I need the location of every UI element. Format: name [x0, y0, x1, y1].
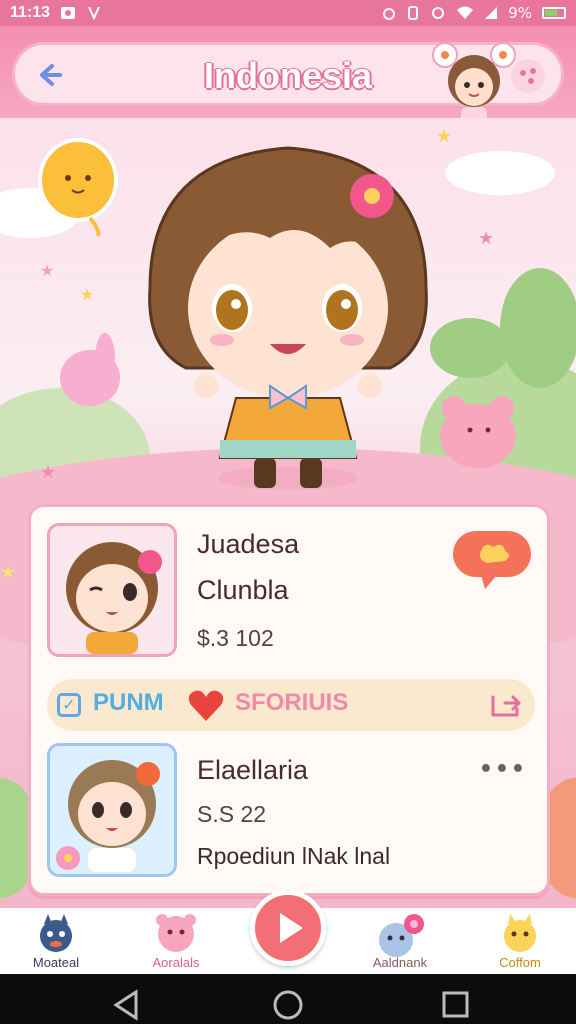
status-bar: 11:13 9% [0, 0, 576, 26]
chat-button[interactable] [451, 529, 533, 591]
item-card: Juadesa Clunbla $.3 102 ✓ PUNM SFORIUIS [28, 504, 550, 896]
battery-percent: 9% [508, 4, 532, 22]
share-icon[interactable] [489, 691, 523, 719]
sync-icon [432, 7, 445, 19]
action-bar: ✓ PUNM SFORIUIS [47, 679, 535, 731]
menu-button[interactable] [511, 59, 545, 93]
item2-subtitle: Rpoediun lNak lnal [197, 843, 391, 869]
play-button[interactable] [250, 890, 326, 966]
header: Indonesia [0, 26, 576, 123]
nav-item-coffom[interactable]: Coffom [470, 908, 570, 974]
alarm-icon [383, 8, 396, 20]
monster-icon [40, 914, 72, 952]
nav-label-aoralals: Aoralals [152, 955, 200, 970]
nav-label-moateal: Moateal [32, 955, 80, 970]
signal-icon [485, 7, 498, 19]
svg-text:★: ★ [40, 462, 56, 483]
vibrate-icon [408, 6, 419, 20]
dots-menu-icon [520, 68, 536, 84]
item2-avatar-image [56, 760, 160, 872]
title-bar: Indonesia [12, 42, 564, 123]
heart-icon[interactable] [187, 687, 225, 723]
item1-thumbnail[interactable] [47, 523, 177, 657]
svg-text:★: ★ [0, 562, 16, 583]
back-triangle-icon[interactable] [113, 989, 138, 1021]
action-label-right[interactable]: SFORIUIS [235, 689, 348, 717]
item2-price: S.S 22 [197, 801, 267, 827]
pink-creature-icon [156, 914, 196, 952]
notification-icon [61, 7, 76, 19]
home-circle-icon[interactable] [273, 990, 303, 1020]
recents-square-icon[interactable] [442, 991, 469, 1018]
status-time: 11:13 [10, 4, 51, 21]
yellow-creature-icon [504, 914, 536, 952]
checkbox[interactable]: ✓ [57, 693, 81, 717]
profile-avatar-icon[interactable] [429, 39, 519, 129]
nav-item-aoralals[interactable]: Aoralals [126, 908, 226, 974]
svg-text:★: ★ [436, 126, 452, 147]
item1-price: $.3 102 [197, 625, 274, 651]
app-notification-icon [88, 6, 100, 20]
item1-name: Juadesa [197, 529, 300, 559]
system-nav-bar [0, 974, 576, 1024]
item2-thumbnail[interactable] [47, 743, 177, 877]
battery-icon [542, 7, 566, 19]
svg-text:★: ★ [478, 228, 494, 249]
item1-avatar-image [66, 542, 162, 654]
item1-subname: Clunbla [197, 575, 289, 605]
list-item[interactable]: Elaellaria ••• S.S 22 Rpoediun lNak lnal [47, 743, 537, 883]
chat-bubble-icon [453, 531, 531, 589]
nav-label-coffom: Coffom [499, 955, 541, 970]
blue-creature-icon [379, 914, 424, 957]
play-icon [280, 913, 303, 943]
system-nav-icons [113, 989, 469, 1021]
action-label-left[interactable]: PUNM [93, 689, 164, 717]
more-options-button[interactable]: ••• [479, 757, 527, 782]
svg-text:★: ★ [40, 261, 54, 280]
wifi-icon [457, 6, 474, 19]
nav-item-aaldnank[interactable]: Aaldnank [350, 908, 450, 974]
nav-label-aaldnank: Aaldnank [372, 955, 428, 970]
svg-text:★: ★ [80, 285, 94, 304]
item2-name: Elaellaria [197, 755, 309, 785]
bottom-nav: Moateal Aoralals Aaldnank Coffom [0, 890, 576, 974]
nav-item-moateal[interactable]: Moateal [6, 908, 106, 974]
list-item[interactable]: Juadesa Clunbla $.3 102 [47, 523, 537, 663]
